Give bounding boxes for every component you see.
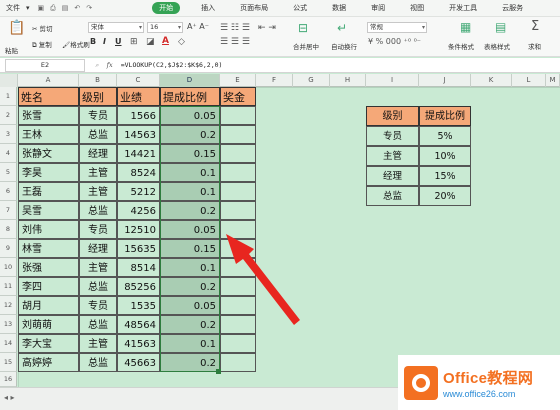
office-logo-icon [404,365,438,400]
spreadsheet-app: 文件 ▾ ▣ ⎙ ▤ ↶ ↷ 开始 插入 页面布局 公式 数据 审阅 视图 开发… [0,0,560,410]
watermark-url: www.office26.com [443,388,516,399]
watermark-logo: Office教程网 www.office26.com [398,355,560,410]
watermark-brand: Office教程网 [443,369,534,387]
sheet-nav-icons[interactable]: ◂ ▸ [4,393,15,402]
annotation-arrow-icon [226,234,300,325]
